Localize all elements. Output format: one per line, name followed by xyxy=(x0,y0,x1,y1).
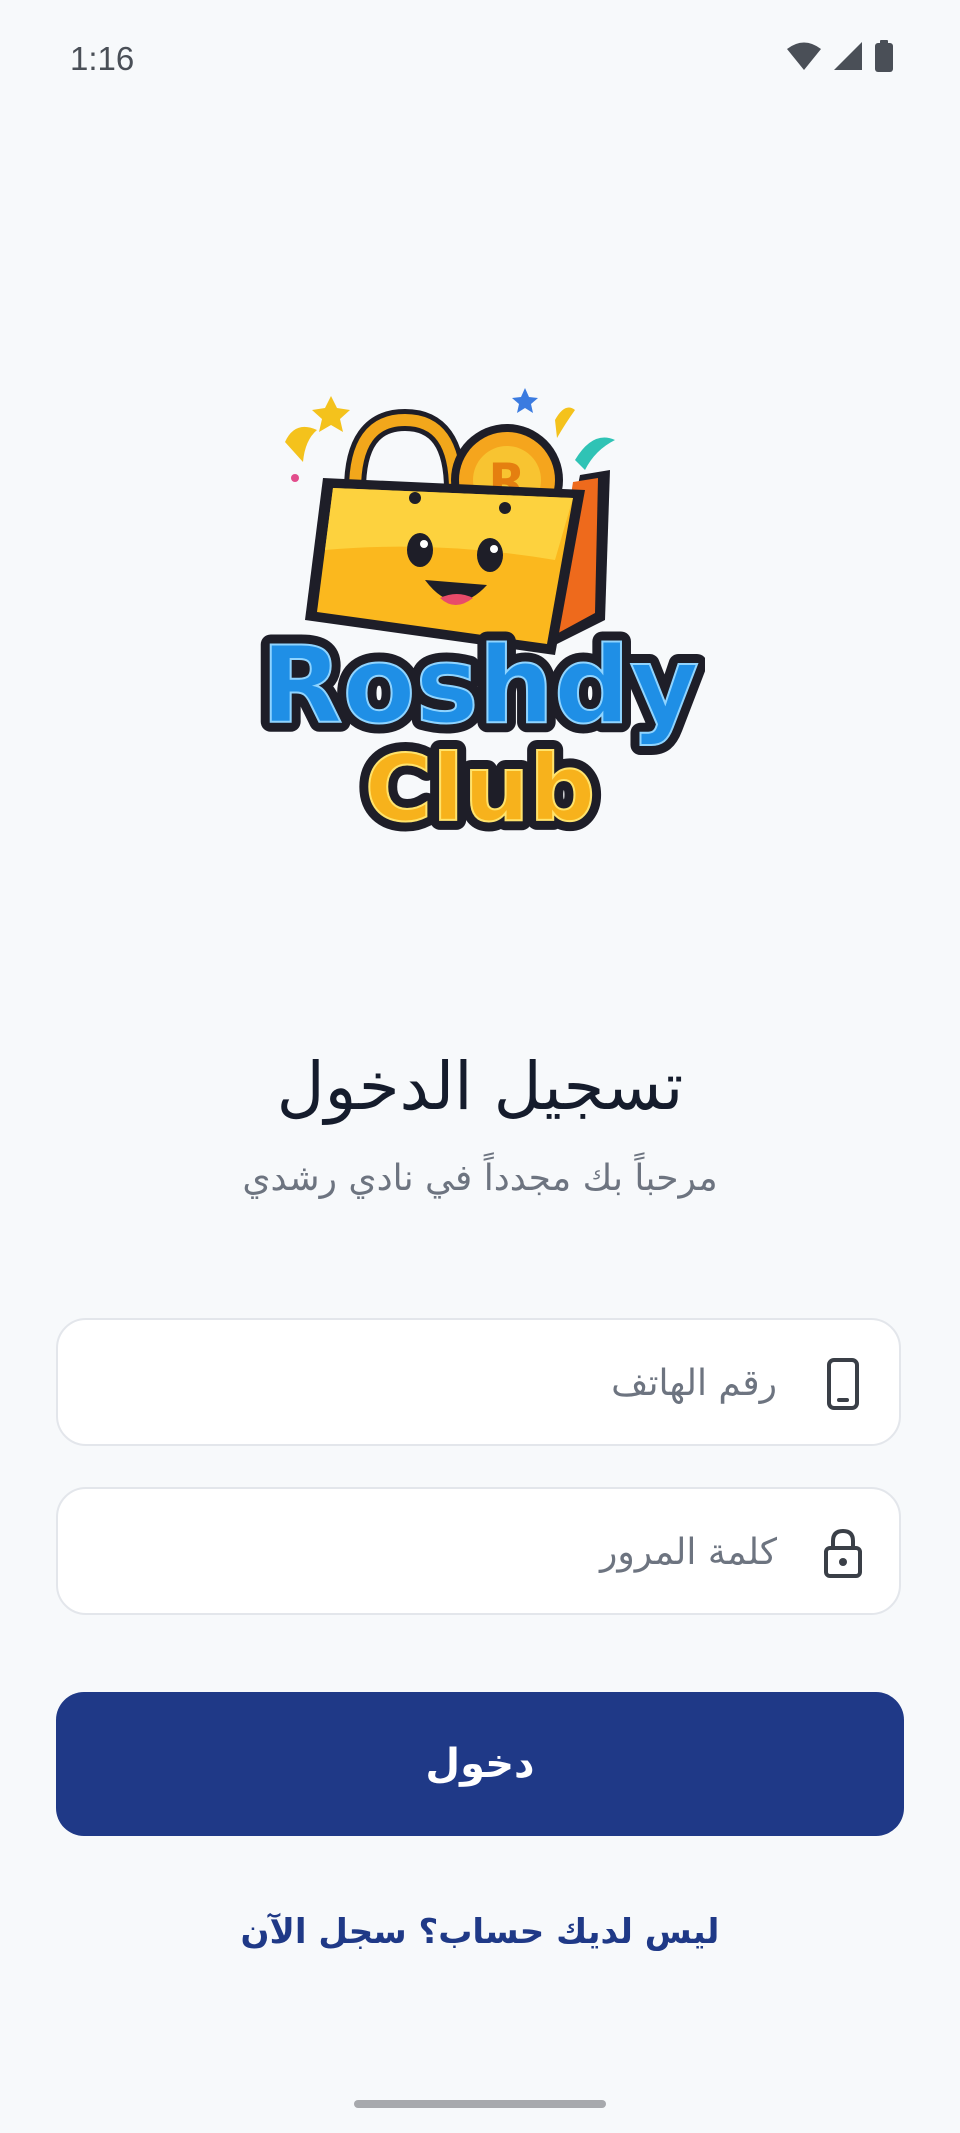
status-icons xyxy=(786,40,894,72)
home-indicator[interactable] xyxy=(354,2100,606,2108)
wifi-icon xyxy=(787,42,821,70)
status-time: 1:16 xyxy=(70,40,135,77)
phone-icon xyxy=(827,1358,859,1410)
page-title: تسجيل الدخول xyxy=(276,1048,684,1125)
status-bar: 1:16 xyxy=(0,0,960,120)
login-button[interactable]: دخول xyxy=(56,1692,904,1836)
lock-icon xyxy=(824,1528,862,1578)
phone-field[interactable] xyxy=(56,1318,901,1446)
roshdy-club-logo: R Roshdy Roshdy Club Club xyxy=(255,388,705,850)
logo-word-roshdy-fill: Roshdy xyxy=(261,624,699,747)
battery-icon xyxy=(875,40,893,72)
logo-word-club-fill: Club xyxy=(365,735,595,842)
phone-input[interactable] xyxy=(125,1320,779,1446)
signal-icon xyxy=(834,42,862,70)
password-input[interactable] xyxy=(125,1489,779,1615)
page-subtitle: مرحباً بك مجدداً في نادي رشدي xyxy=(242,1158,718,1199)
register-link[interactable]: ليس لديك حساب؟ سجل الآن xyxy=(0,1912,960,1952)
password-field[interactable] xyxy=(56,1487,901,1615)
